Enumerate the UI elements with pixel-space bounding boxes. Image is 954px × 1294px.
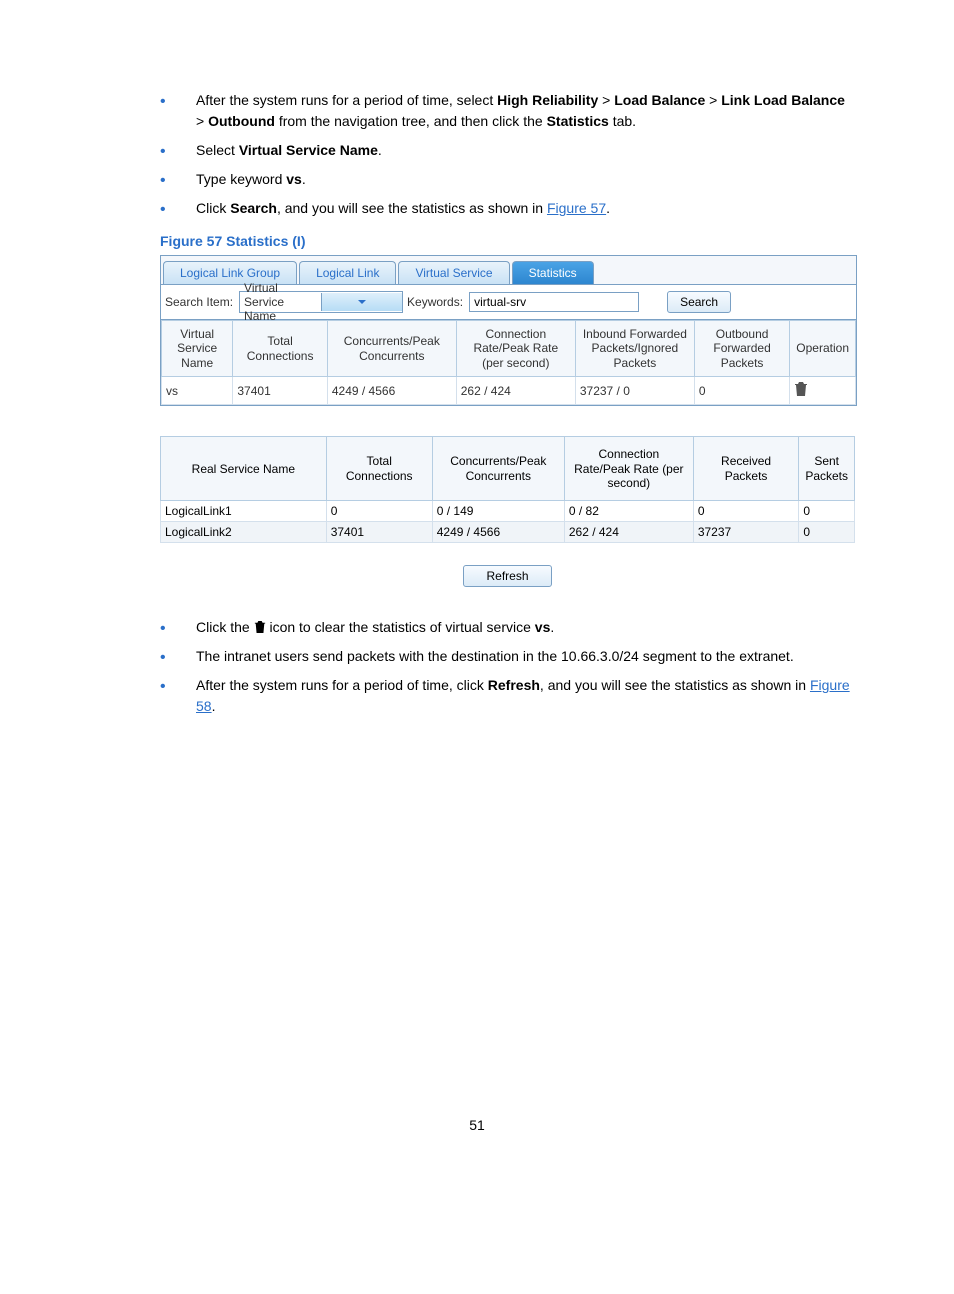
refresh-button[interactable]: Refresh bbox=[463, 565, 551, 587]
search-item-select[interactable]: Virtual Service Name bbox=[239, 291, 403, 313]
col-outbound: Outbound Forwarded Packets bbox=[694, 321, 789, 377]
instruction-item: Type keyword vs. bbox=[160, 169, 854, 190]
trash-icon bbox=[254, 619, 270, 635]
statistics-panel: Logical Link Group Logical Link Virtual … bbox=[160, 255, 857, 406]
chevron-down-icon bbox=[321, 293, 403, 311]
search-item-label: Search Item: bbox=[165, 295, 233, 309]
instruction-item: After the system runs for a period of ti… bbox=[160, 90, 854, 132]
instruction-item: The intranet users send packets with the… bbox=[160, 646, 854, 667]
col-total-conn: Total Connections bbox=[326, 437, 432, 501]
tab-statistics[interactable]: Statistics bbox=[512, 261, 594, 284]
page-number: 51 bbox=[100, 1117, 854, 1133]
col-received: Received Packets bbox=[693, 437, 798, 501]
instruction-item: Select Virtual Service Name. bbox=[160, 140, 854, 161]
instruction-list-bottom: Click the icon to clear the statistics o… bbox=[100, 617, 854, 717]
col-inbound: Inbound Forwarded Packets/Ignored Packet… bbox=[575, 321, 694, 377]
keywords-input[interactable] bbox=[469, 292, 639, 312]
figure-57-link[interactable]: Figure 57 bbox=[547, 200, 606, 216]
col-total-conn: Total Connections bbox=[233, 321, 327, 377]
col-conn-rate: Connection Rate/Peak Rate (per second) bbox=[564, 437, 693, 501]
table-row: LogicalLink2 37401 4249 / 4566 262 / 424… bbox=[161, 522, 855, 543]
search-row: Search Item: Virtual Service Name Keywor… bbox=[161, 285, 856, 320]
col-conn-rate: Connection Rate/Peak Rate (per second) bbox=[456, 321, 575, 377]
table-row: LogicalLink1 0 0 / 149 0 / 82 0 0 bbox=[161, 501, 855, 522]
instruction-item: Click Search, and you will see the stati… bbox=[160, 198, 854, 219]
search-item-value: Virtual Service Name bbox=[240, 281, 321, 323]
col-concurrents: Concurrents/Peak Concurrents bbox=[327, 321, 456, 377]
col-concurrents: Concurrents/Peak Concurrents bbox=[432, 437, 564, 501]
real-service-stats-table: Real Service Name Total Connections Conc… bbox=[160, 436, 855, 543]
instruction-list-top: After the system runs for a period of ti… bbox=[100, 90, 854, 219]
instruction-item: Click the icon to clear the statistics o… bbox=[160, 617, 854, 638]
keywords-label: Keywords: bbox=[407, 295, 463, 309]
col-real-name: Real Service Name bbox=[161, 437, 327, 501]
virtual-service-stats-table: Virtual Service Name Total Connections C… bbox=[161, 320, 856, 405]
col-vs-name: Virtual Service Name bbox=[162, 321, 233, 377]
real-service-panel: Real Service Name Total Connections Conc… bbox=[160, 436, 855, 543]
instruction-item: After the system runs for a period of ti… bbox=[160, 675, 854, 717]
figure-caption: Figure 57 Statistics (I) bbox=[160, 233, 854, 249]
tab-virtual-service[interactable]: Virtual Service bbox=[398, 261, 509, 284]
trash-icon[interactable] bbox=[794, 386, 808, 400]
col-sent: Sent Packets bbox=[799, 437, 855, 501]
col-operation: Operation bbox=[790, 321, 856, 377]
search-button[interactable]: Search bbox=[667, 291, 731, 313]
table-row: vs 37401 4249 / 4566 262 / 424 37237 / 0… bbox=[162, 377, 856, 405]
